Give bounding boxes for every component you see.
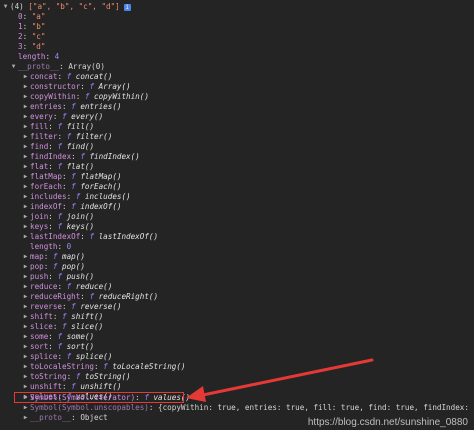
devtools-console-output: ▼ (4) ["a", "b", "c", "d"] i 0: "a" 1: "b… <box>0 0 474 430</box>
watermark-text: https://blog.csdn.net/sunshine_0880 <box>307 417 468 428</box>
annotation-arrow <box>186 358 374 402</box>
